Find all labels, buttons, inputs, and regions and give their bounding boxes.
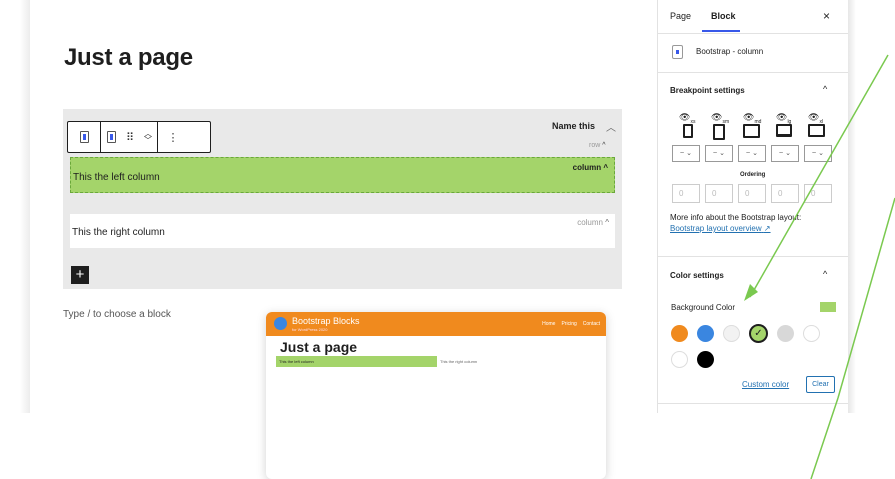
annotation-arrow xyxy=(744,54,889,301)
annotation-line xyxy=(837,197,895,399)
annotation-overlay xyxy=(744,54,895,479)
annotation-line xyxy=(810,397,839,479)
